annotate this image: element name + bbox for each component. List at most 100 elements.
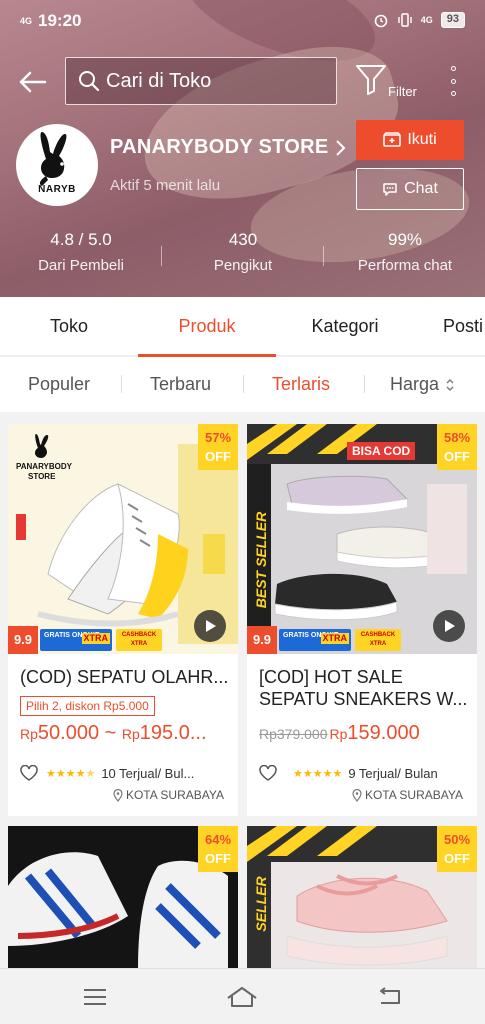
- cashback-label: CASHBACK XTRA: [355, 629, 401, 651]
- avatar-logo-text: NARYB: [38, 184, 76, 195]
- cashback-xtra-text: XTRA: [130, 641, 148, 647]
- image-side-text: BEST SELLER: [253, 511, 269, 609]
- store-name: PANARYBODY STORE: [110, 136, 329, 158]
- bundle-promo-tag: Pilih 2, diskon Rp5.000: [20, 696, 155, 716]
- system-nav-bar: [0, 968, 485, 1024]
- discount-percent: 64%: [204, 832, 232, 847]
- store-active-status: Aktif 5 menit lalu: [110, 177, 221, 194]
- tab-toko[interactable]: Toko: [0, 297, 138, 356]
- stat-label: Pengikut: [213, 257, 273, 274]
- discount-badge: 64% OFF: [198, 826, 238, 872]
- stat-label: Performa chat: [357, 257, 453, 274]
- original-price: Rp379.000: [259, 726, 328, 742]
- alarm-icon: [374, 14, 388, 28]
- sort-terlaris[interactable]: Terlaris: [272, 357, 330, 412]
- store-search-input[interactable]: Cari di Toko: [65, 57, 337, 105]
- xtra-text: XTRA: [81, 633, 110, 644]
- follow-button[interactable]: Ikuti: [356, 120, 464, 160]
- product-image[interactable]: SELLER 50% OFF: [247, 826, 477, 968]
- home-nav-button[interactable]: [226, 983, 258, 1011]
- network-indicator: 4G: [420, 14, 433, 25]
- sort-harga-label: Harga: [390, 374, 440, 394]
- store-header: 4G 19:20 4G 93 Cari di Toko Filter NARYB…: [0, 0, 485, 297]
- cashback-text: CASHBACK: [360, 632, 396, 638]
- back-nav-button[interactable]: [374, 983, 406, 1011]
- search-icon: [79, 71, 100, 92]
- price-value: 159.000: [347, 722, 420, 744]
- top-bar: Cari di Toko Filter: [0, 52, 485, 108]
- follow-label: Ikuti: [407, 131, 437, 148]
- sold-count: 10 Terjual/ Bul...: [101, 765, 195, 781]
- cashback-label: CASHBACK XTRA: [116, 629, 162, 651]
- store-name-link[interactable]: PANARYBODY STORE: [110, 136, 347, 159]
- more-options-button[interactable]: [444, 66, 462, 96]
- product-card[interactable]: PANARYBODY STORE 57% OFF 9.9 GRATIS ONGK…: [8, 424, 238, 816]
- cashback-text: CASHBACK: [121, 632, 157, 638]
- location-text: KOTA SURABAYA: [364, 788, 463, 802]
- discount-badge: 50% OFF: [437, 826, 477, 872]
- discount-off: OFF: [205, 851, 231, 866]
- product-card[interactable]: 64% OFF: [8, 826, 238, 968]
- image-brand-subtext: STORE: [28, 472, 56, 481]
- price-min: 50.000: [37, 722, 100, 744]
- stat-value: 4.8 / 5.0: [50, 230, 112, 249]
- back-arrow-icon: [19, 71, 47, 93]
- discount-off: OFF: [444, 449, 470, 464]
- store-plus-icon: [383, 132, 402, 147]
- more-dot: [450, 78, 456, 84]
- video-play-button[interactable]: [433, 610, 465, 642]
- filter-button[interactable]: Filter: [354, 62, 426, 106]
- stat-rating[interactable]: 4.8 / 5.0 Dari Pembeli: [0, 230, 162, 274]
- product-title: (COD) SEPATU OLAHR...: [20, 667, 229, 687]
- discount-percent: 50%: [443, 832, 471, 847]
- video-play-button[interactable]: [194, 610, 226, 642]
- product-card[interactable]: BISA COD BEST SELLER 58% OFF 9.9 GRATIS …: [247, 424, 477, 816]
- stat-value: 430: [228, 230, 258, 249]
- image-side-text: SELLER: [253, 876, 269, 932]
- product-price: Rp50.000 ~ Rp195.0...: [20, 722, 207, 745]
- more-dot: [450, 66, 456, 71]
- return-icon: [380, 987, 400, 1004]
- back-button[interactable]: [14, 64, 50, 100]
- chevron-right-icon: [335, 139, 345, 156]
- sort-divider: [121, 375, 122, 393]
- product-image[interactable]: BISA COD BEST SELLER 58% OFF 9.9 GRATIS …: [247, 424, 477, 654]
- promo-99-label: 9.9: [8, 626, 38, 654]
- rating-row: ★★★★★ 9 Terjual/ Bulan: [259, 764, 471, 782]
- heart-icon[interactable]: [20, 765, 38, 781]
- free-shipping-label: GRATIS ONGKIR XTRA: [279, 629, 351, 651]
- tab-kategori[interactable]: Kategori: [276, 297, 414, 356]
- status-bar: 4G 19:20 4G 93: [0, 0, 485, 44]
- stat-followers[interactable]: 430 Pengikut: [162, 230, 324, 274]
- stat-chat-performance[interactable]: 99% Performa chat: [324, 230, 485, 274]
- chat-bubble-icon: [383, 183, 397, 196]
- tab-produk[interactable]: Produk: [138, 297, 276, 356]
- brand-bunny-icon: [35, 434, 49, 458]
- product-image[interactable]: 64% OFF: [8, 826, 238, 968]
- sort-harga[interactable]: Harga: [390, 357, 455, 412]
- sort-terbaru[interactable]: Terbaru: [150, 357, 211, 412]
- heart-icon[interactable]: [259, 765, 277, 781]
- tab-postingan[interactable]: Posti: [428, 297, 485, 356]
- sort-bar: Populer Terbaru Terlaris Harga: [0, 357, 485, 412]
- product-title: [COD] HOT SALE SEPATU SNEAKERS W...: [259, 667, 468, 709]
- currency-prefix: Rp: [121, 726, 140, 742]
- network-indicator: 4G: [20, 15, 33, 26]
- menu-nav-button[interactable]: [79, 983, 111, 1011]
- discount-percent: 57%: [204, 430, 232, 445]
- menu-icon: [84, 989, 106, 1005]
- filter-icon: [356, 65, 386, 95]
- store-stats: 4.8 / 5.0 Dari Pembeli 430 Pengikut 99% …: [0, 230, 485, 286]
- sold-count: 9 Terjual/ Bulan: [348, 765, 438, 781]
- product-location: KOTA SURABAYA: [352, 788, 463, 802]
- play-icon: [206, 620, 216, 632]
- location-pin-icon: [113, 788, 123, 802]
- store-avatar[interactable]: NARYB: [16, 124, 98, 206]
- xtra-text: XTRA: [320, 633, 349, 644]
- sort-populer[interactable]: Populer: [28, 357, 90, 412]
- sort-updown-icon: [446, 378, 454, 391]
- product-image[interactable]: PANARYBODY STORE 57% OFF 9.9 GRATIS ONGK…: [8, 424, 238, 654]
- discount-badge: 57% OFF: [198, 424, 238, 470]
- chat-button[interactable]: Chat: [356, 168, 464, 210]
- product-card[interactable]: SELLER 50% OFF: [247, 826, 477, 968]
